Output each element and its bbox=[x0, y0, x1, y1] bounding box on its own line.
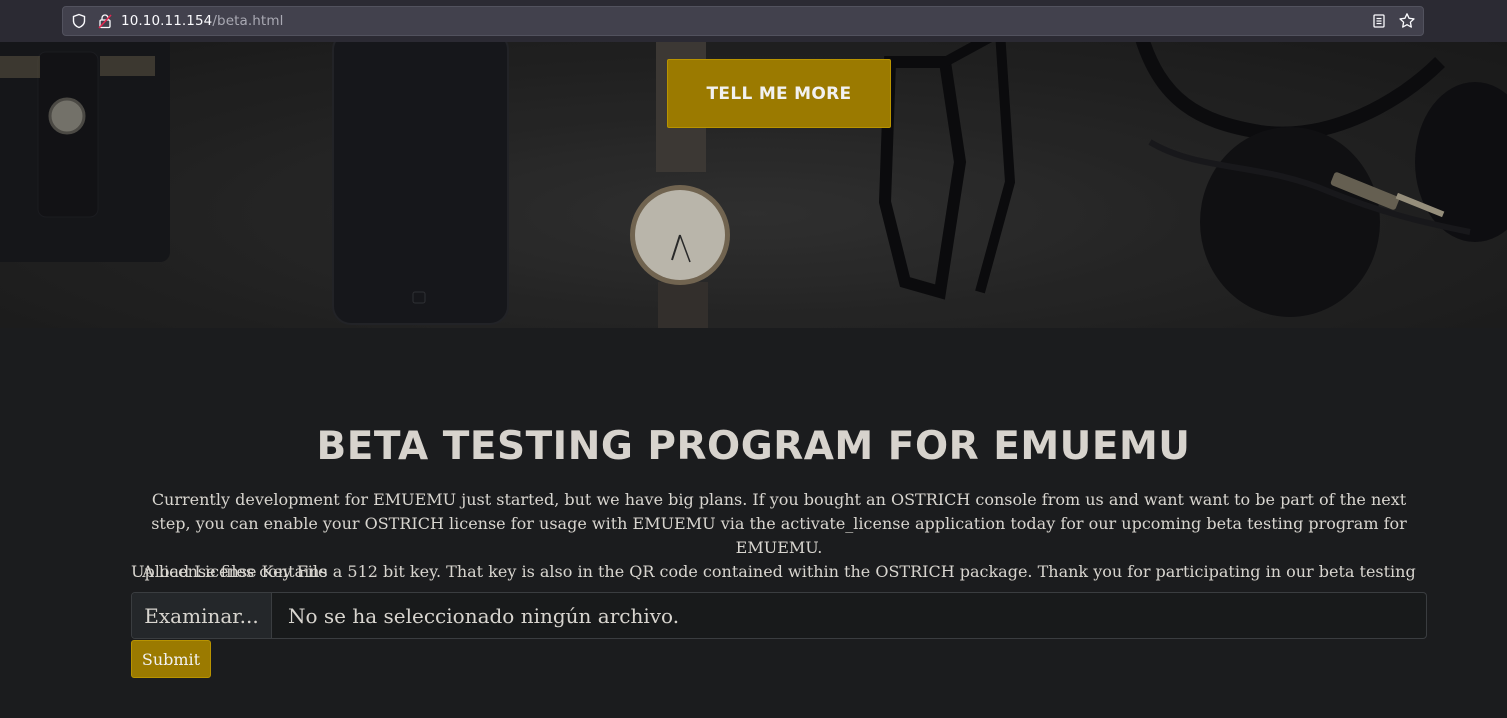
shield-icon[interactable] bbox=[69, 11, 89, 31]
page-title: BETA TESTING PROGRAM FOR EMUEMU bbox=[316, 424, 1191, 469]
browse-button[interactable]: Examinar... bbox=[132, 593, 272, 638]
submit-button[interactable]: Submit bbox=[131, 640, 211, 678]
url-path: /beta.html bbox=[212, 13, 284, 29]
url-bar[interactable]: 10.10.11.154/beta.html bbox=[62, 6, 1424, 36]
description: Currently development for EMUEMU just st… bbox=[131, 488, 1427, 608]
beta-section: BETA TESTING PROGRAM FOR EMUEMU Currentl… bbox=[0, 328, 1507, 718]
hero-banner: TELL ME MORE bbox=[0, 42, 1507, 328]
description-line-1: Currently development for EMUEMU just st… bbox=[151, 490, 1407, 557]
insecure-lock-icon[interactable] bbox=[95, 11, 115, 31]
bookmark-star-icon[interactable] bbox=[1397, 11, 1417, 31]
file-status: No se ha seleccionado ningún archivo. bbox=[288, 603, 680, 628]
reader-view-icon[interactable] bbox=[1369, 11, 1389, 31]
license-file-input[interactable]: Examinar... No se ha seleccionado ningún… bbox=[131, 592, 1427, 639]
url-text[interactable]: 10.10.11.154/beta.html bbox=[121, 13, 283, 29]
url-actions bbox=[1369, 11, 1417, 31]
tell-me-more-button[interactable]: TELL ME MORE bbox=[667, 59, 891, 128]
browser-toolbar: 10.10.11.154/beta.html bbox=[0, 0, 1507, 42]
url-host: 10.10.11.154 bbox=[121, 13, 213, 29]
upload-label: Upload License Key File bbox=[131, 562, 328, 581]
